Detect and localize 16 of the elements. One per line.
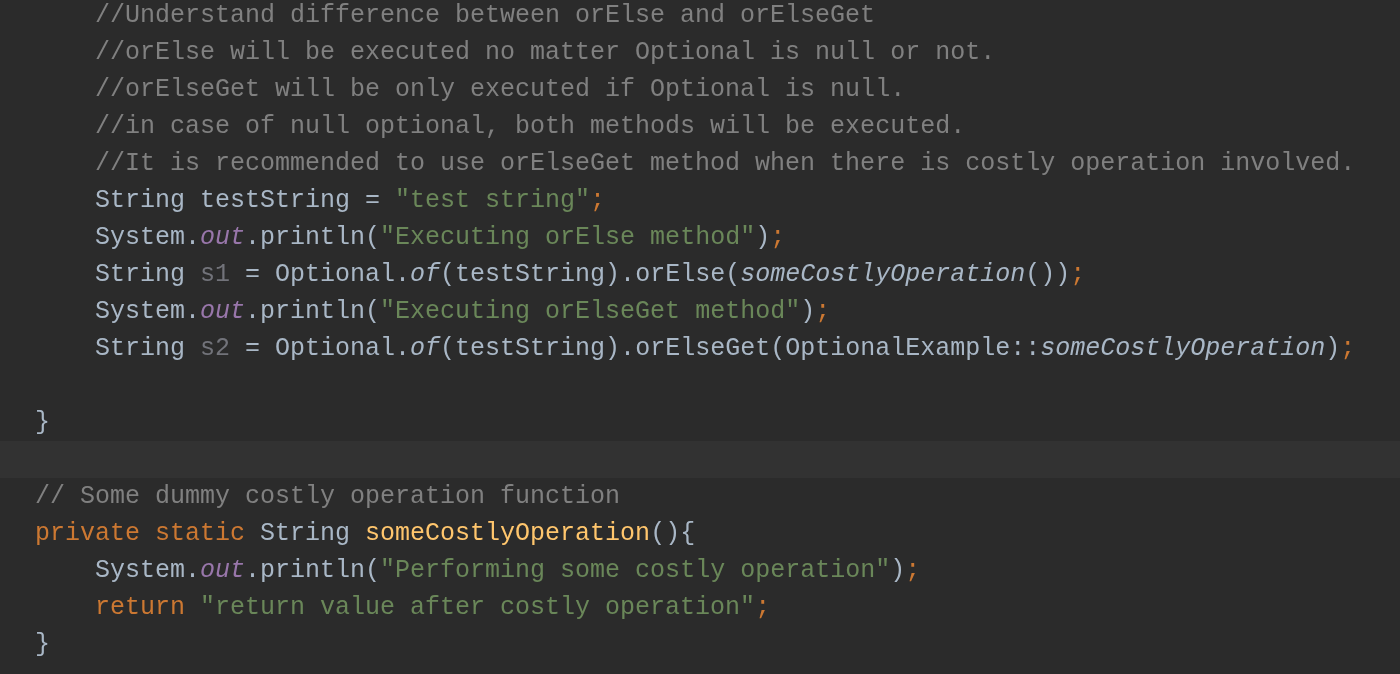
code-line: //orElse will be executed no matter Optional is null or not. [95,37,996,68]
code-line: System.out.println("Performing some costly operation"); [95,555,921,586]
code-line: //orElseGet will be only executed if Optional is null. [95,74,906,105]
code-line: private static String someCostlyOperation(){ [35,518,696,549]
code-line: String testString = "test string"; [95,185,606,216]
code-line: // Some dummy costly operation function [35,481,621,512]
code-line: //Understand difference between orElse and orElseGet [95,0,876,31]
code-line: //It is recommended to use orElseGet method when there is costly operation involved. [95,148,1356,179]
code-line: } [35,407,50,438]
code-line: return "return value after costly operation"; [95,592,771,623]
code-line: System.out.println("Executing orElse method"); [95,222,786,253]
code-line: String s2 = Optional.of(testString).orElseGet(OptionalExample::someCostlyOperation); [95,333,1356,364]
code-line: } [35,629,50,660]
code-line: //in case of null optional, both methods will be executed. [95,111,966,142]
code-line: System.out.println("Executing orElseGet method"); [95,296,831,327]
code-line: String s1 = Optional.of(testString).orElse(someCostlyOperation()); [95,259,1086,290]
